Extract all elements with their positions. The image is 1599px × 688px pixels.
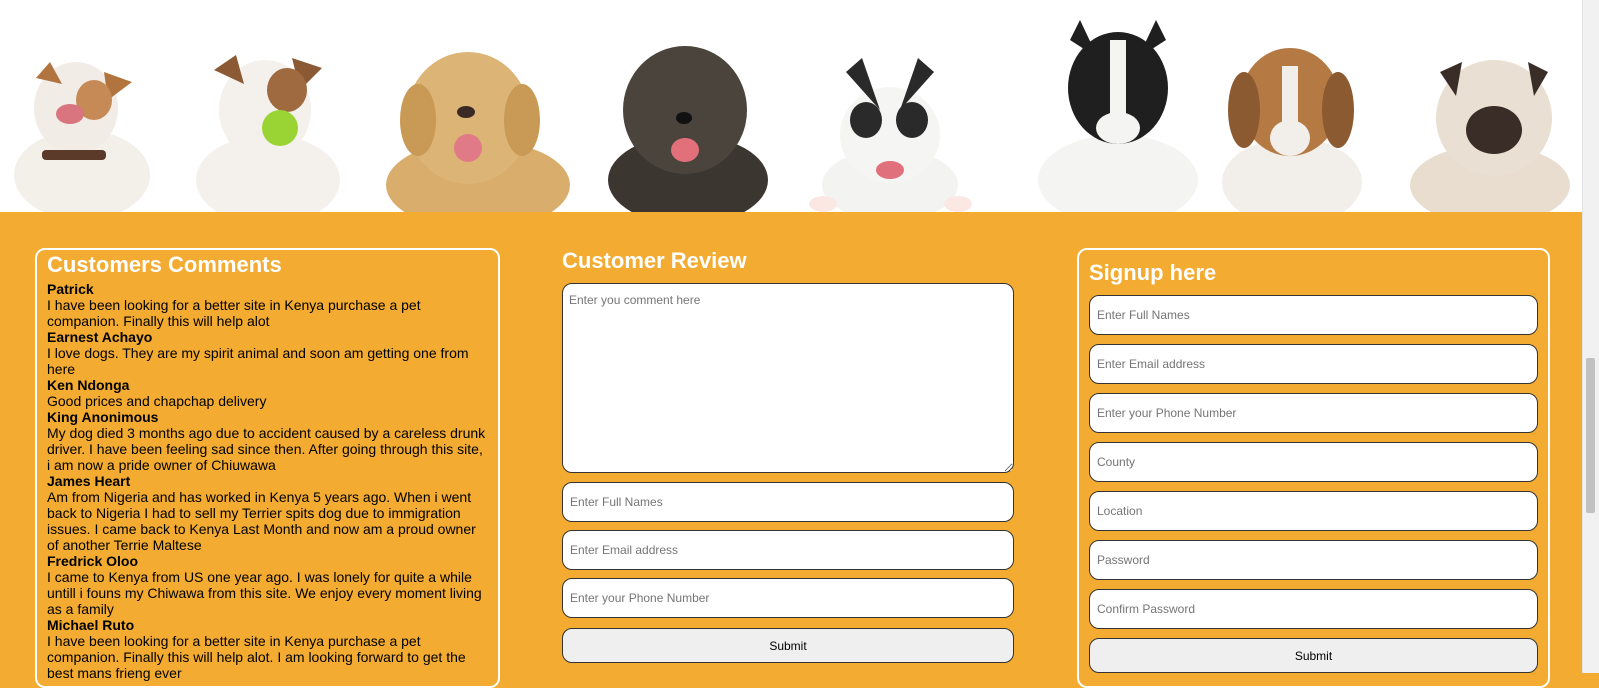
review-title: Customer Review xyxy=(562,248,747,273)
comment-item: James Heart Am from Nigeria and has work… xyxy=(47,473,488,553)
commenter-name: Ken Ndonga xyxy=(47,377,130,393)
review-email-input[interactable] xyxy=(562,530,1014,570)
commenter-name: Michael Ruto xyxy=(47,617,135,633)
dog-shaggy-illustration xyxy=(608,46,768,212)
customer-review-form: Customer Review Submit xyxy=(562,248,1014,678)
page-scrollbar[interactable] xyxy=(1582,0,1599,673)
signup-panel: Signup here Submit xyxy=(1077,248,1550,688)
signup-phone-input[interactable] xyxy=(1089,393,1538,433)
signup-confirm-password-input[interactable] xyxy=(1089,589,1538,629)
comment-text: Am from Nigeria and has worked in Kenya … xyxy=(47,489,476,553)
comment-text: I came to Kenya from US one year ago. I … xyxy=(47,569,482,617)
commenter-name: Fredrick Oloo xyxy=(47,553,139,569)
comment-item: Ken Ndonga Good prices and chapchap deli… xyxy=(47,377,488,409)
review-submit-button[interactable]: Submit xyxy=(562,628,1014,663)
signup-password-input[interactable] xyxy=(1089,540,1538,580)
dog-beagle-illustration xyxy=(1222,48,1362,212)
comment-text: I have been looking for a better site in… xyxy=(47,633,466,681)
comments-title: Customers Comments xyxy=(47,252,282,277)
commenter-name: King Anonimous xyxy=(47,409,159,425)
signup-title: Signup here xyxy=(1089,260,1217,285)
dogs-banner-image xyxy=(0,0,1583,212)
commenter-name: Earnest Achayo xyxy=(47,329,153,345)
comment-item: King Anonimous My dog died 3 months ago … xyxy=(47,409,488,473)
dog-boston-terrier-illustration xyxy=(1038,20,1198,212)
dog-french-bulldog-illustration xyxy=(809,58,972,212)
signup-location-input[interactable] xyxy=(1089,491,1538,531)
comment-item: Fredrick Oloo I came to Kenya from US on… xyxy=(47,553,488,617)
review-comment-textarea[interactable] xyxy=(562,283,1014,473)
scrollbar-thumb[interactable] xyxy=(1586,358,1595,513)
commenter-name: Patrick xyxy=(47,281,94,297)
signup-email-input[interactable] xyxy=(1089,344,1538,384)
review-phone-input[interactable] xyxy=(562,578,1014,618)
dog-jack-russell-illustration xyxy=(196,55,340,212)
signup-county-input[interactable] xyxy=(1089,442,1538,482)
comment-item: Patrick I have been looking for a better… xyxy=(47,281,488,329)
dog-terrier-illustration xyxy=(14,62,150,212)
signup-name-input[interactable] xyxy=(1089,295,1538,335)
comment-item: Earnest Achayo I love dogs. They are my … xyxy=(47,329,488,377)
comment-text: My dog died 3 months ago due to accident… xyxy=(47,425,486,473)
comment-item: Michael Ruto I have been looking for a b… xyxy=(47,617,488,681)
signup-submit-button[interactable]: Submit xyxy=(1089,638,1538,673)
dog-pug-illustration xyxy=(1410,60,1570,212)
commenter-name: James Heart xyxy=(47,473,131,489)
review-name-input[interactable] xyxy=(562,482,1014,522)
dog-golden-retriever-illustration xyxy=(386,52,570,212)
comment-text: I love dogs. They are my spirit animal a… xyxy=(47,345,469,377)
customers-comments-panel: Customers Comments Patrick I have been l… xyxy=(35,248,500,688)
comment-text: Good prices and chapchap delivery xyxy=(47,393,267,409)
comment-text: I have been looking for a better site in… xyxy=(47,297,421,329)
